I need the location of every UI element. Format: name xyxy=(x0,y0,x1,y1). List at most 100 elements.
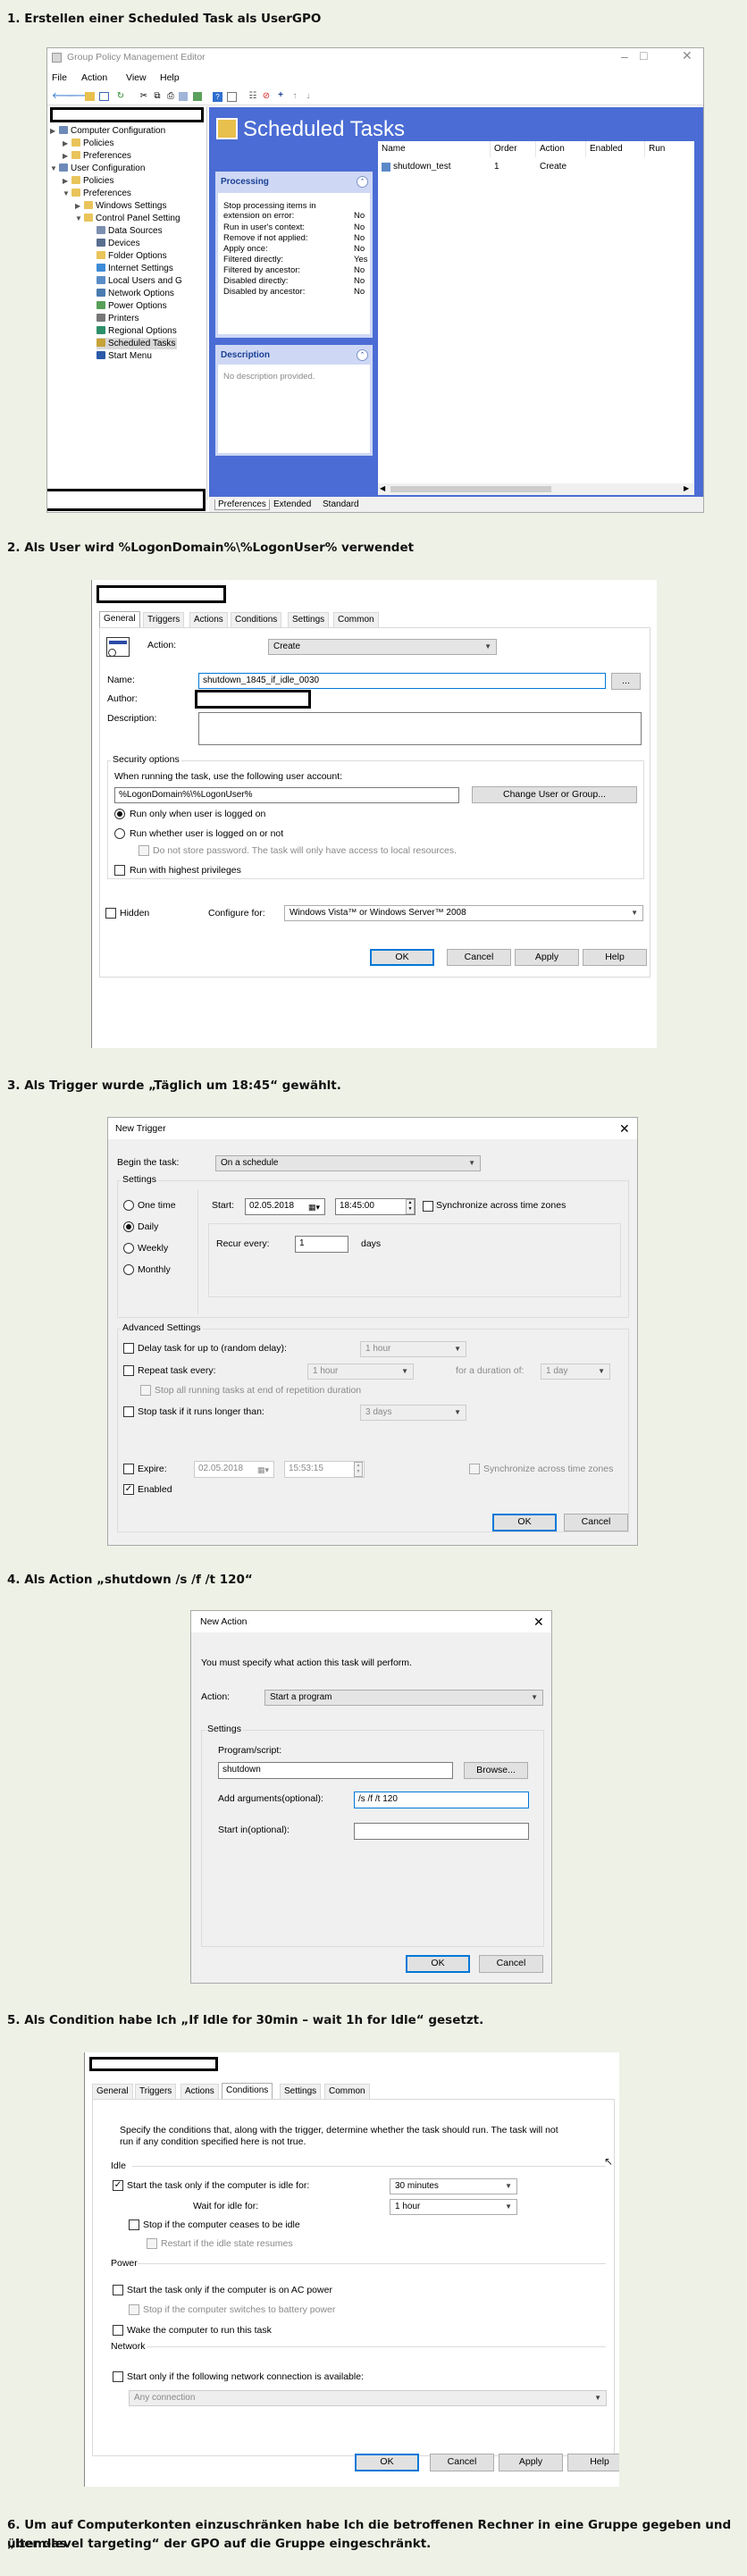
print-icon[interactable]: ⎙ xyxy=(165,91,176,102)
tab-common[interactable]: Common xyxy=(324,2084,370,2099)
tree-scheduled-tasks[interactable]: Scheduled Tasks xyxy=(97,338,178,349)
highest-privileges-checkbox[interactable] xyxy=(114,865,125,876)
arguments-field[interactable]: /s /f /t 120 xyxy=(354,1791,529,1808)
repeat-checkbox[interactable] xyxy=(123,1365,134,1376)
tree-start-menu[interactable]: Start Menu xyxy=(97,350,152,362)
collapse-icon[interactable]: ▼ xyxy=(75,214,82,222)
change-user-button[interactable]: Change User or Group... xyxy=(472,786,637,803)
tree-user-configuration[interactable]: User Configuration xyxy=(59,163,145,174)
wake-checkbox[interactable] xyxy=(113,2325,123,2336)
tab-conditions[interactable]: Conditions xyxy=(222,2083,273,2099)
program-field[interactable]: shutdown xyxy=(218,1762,453,1779)
tree-preferences[interactable]: Preferences xyxy=(71,150,131,162)
expire-time-field[interactable]: 15:53:15 xyxy=(284,1461,365,1478)
tab-actions[interactable]: Actions xyxy=(189,612,228,627)
close-icon[interactable]: ✕ xyxy=(682,49,692,62)
expand-icon[interactable]: ▶ xyxy=(75,202,82,210)
back-icon[interactable]: 🡐 xyxy=(52,91,76,102)
idle-duration-select[interactable]: 30 minutes ▼ xyxy=(390,2178,517,2194)
col-enabled[interactable]: Enabled xyxy=(590,144,623,154)
tab-general[interactable]: General xyxy=(99,611,140,627)
apply-button[interactable]: Apply xyxy=(499,2454,563,2471)
add-icon[interactable]: + xyxy=(275,90,286,101)
stop-idle-checkbox[interactable] xyxy=(129,2219,139,2230)
expand-icon[interactable]: ▶ xyxy=(50,127,57,135)
col-action[interactable]: Action xyxy=(540,144,565,154)
help-button[interactable]: Help xyxy=(583,949,647,966)
start-time-field[interactable]: 18:45:00 xyxy=(335,1198,415,1215)
expand-icon[interactable]: ▶ xyxy=(63,139,70,147)
menu-help[interactable]: Help xyxy=(160,72,180,83)
tab-triggers[interactable]: Triggers xyxy=(143,612,185,627)
cancel-button[interactable]: Cancel xyxy=(564,1514,628,1531)
expire-time-spinner[interactable]: ▲ ▼ xyxy=(354,1462,363,1477)
cut-icon[interactable]: ✂ xyxy=(138,91,149,102)
duration-select[interactable]: 1 day ▼ xyxy=(541,1364,610,1380)
apply-button[interactable]: Apply xyxy=(515,949,579,966)
properties-icon[interactable] xyxy=(227,92,237,102)
expire-checkbox[interactable] xyxy=(123,1464,134,1474)
new-item-icon[interactable]: ☷ xyxy=(248,91,258,102)
action-select[interactable]: Start a program ▼ xyxy=(264,1690,543,1706)
scroll-thumb[interactable] xyxy=(390,486,551,492)
close-icon[interactable]: ✕ xyxy=(533,1615,544,1628)
col-run[interactable]: Run xyxy=(649,144,665,154)
ok-button[interactable]: OK xyxy=(355,2454,419,2471)
ok-button[interactable]: OK xyxy=(370,949,434,966)
start-date-field[interactable]: 02.05.2018 ▦▾ xyxy=(245,1198,325,1215)
ac-power-checkbox[interactable] xyxy=(113,2285,123,2295)
tree-data-sources[interactable]: Data Sources xyxy=(97,225,163,237)
sync-timezones-checkbox[interactable] xyxy=(423,1201,433,1212)
tree-computer-configuration[interactable]: Computer Configuration xyxy=(59,125,165,137)
tree-local-users[interactable]: Local Users and G xyxy=(97,275,182,287)
up-folder-icon[interactable] xyxy=(85,92,95,101)
repeat-select[interactable]: 1 hour ▼ xyxy=(307,1364,414,1380)
scroll-right-icon[interactable]: ▶ xyxy=(684,484,689,492)
battery-checkbox[interactable] xyxy=(129,2304,139,2315)
sync-timezones-2-checkbox[interactable] xyxy=(469,1464,480,1474)
idle-start-checkbox[interactable]: ✓ xyxy=(113,2180,123,2191)
tree-preferences-user[interactable]: Preferences xyxy=(71,188,131,199)
refresh-icon[interactable]: ↻ xyxy=(115,91,126,102)
paste-icon[interactable] xyxy=(179,92,188,101)
no-store-password-checkbox[interactable] xyxy=(138,845,149,856)
menu-action[interactable]: Action xyxy=(81,72,107,83)
tab-settings[interactable]: Settings xyxy=(288,612,330,627)
tree-power-options[interactable]: Power Options xyxy=(97,300,167,312)
stop-longer-select[interactable]: 3 days ▼ xyxy=(360,1405,466,1421)
tab-conditions[interactable]: Conditions xyxy=(231,612,282,627)
enabled-checkbox[interactable]: ✓ xyxy=(123,1484,134,1495)
expand-icon[interactable]: ▶ xyxy=(63,177,70,185)
close-icon[interactable]: ✕ xyxy=(619,1122,630,1135)
tree-printers[interactable]: Printers xyxy=(97,313,138,324)
browse-button[interactable]: Browse... xyxy=(464,1762,528,1779)
col-order[interactable]: Order xyxy=(494,144,517,154)
collapse-icon[interactable]: ▼ xyxy=(63,189,70,197)
stop-longer-checkbox[interactable] xyxy=(123,1406,134,1417)
delay-select[interactable]: 1 hour ▼ xyxy=(360,1341,466,1357)
help-button[interactable]: Help xyxy=(567,2454,619,2471)
hidden-checkbox[interactable] xyxy=(105,908,116,919)
move-up-icon[interactable]: ↑ xyxy=(290,91,300,102)
cancel-button[interactable]: Cancel xyxy=(479,1955,543,1973)
cancel-button[interactable]: Cancel xyxy=(447,949,511,966)
run-whether-radio[interactable] xyxy=(114,828,125,839)
maximize-icon[interactable]: □ xyxy=(640,49,647,62)
collapse-chevron-icon[interactable]: ⌃ xyxy=(357,349,368,361)
tree-control-panel-settings[interactable]: Control Panel Setting xyxy=(84,213,180,224)
weekly-radio[interactable] xyxy=(123,1243,134,1254)
move-down-icon[interactable]: ↓ xyxy=(303,91,314,102)
wait-duration-select[interactable]: 1 hour ▼ xyxy=(390,2199,517,2215)
tree-internet-settings[interactable]: Internet Settings xyxy=(97,263,173,274)
stop-running-checkbox[interactable] xyxy=(140,1385,151,1396)
configure-for-select[interactable]: Windows Vista™ or Windows Server™ 2008 ▼ xyxy=(284,905,643,921)
start-in-field[interactable] xyxy=(354,1823,529,1840)
network-checkbox[interactable] xyxy=(113,2371,123,2382)
tree-folder-options[interactable]: Folder Options xyxy=(97,250,167,262)
run-logged-on-radio[interactable] xyxy=(114,809,125,819)
delay-checkbox[interactable] xyxy=(123,1343,134,1354)
show-tree-icon[interactable] xyxy=(99,92,109,101)
tab-general[interactable]: General xyxy=(92,2084,133,2099)
minimize-icon[interactable]: – xyxy=(621,50,628,63)
scroll-left-icon[interactable]: ◀ xyxy=(380,484,385,492)
